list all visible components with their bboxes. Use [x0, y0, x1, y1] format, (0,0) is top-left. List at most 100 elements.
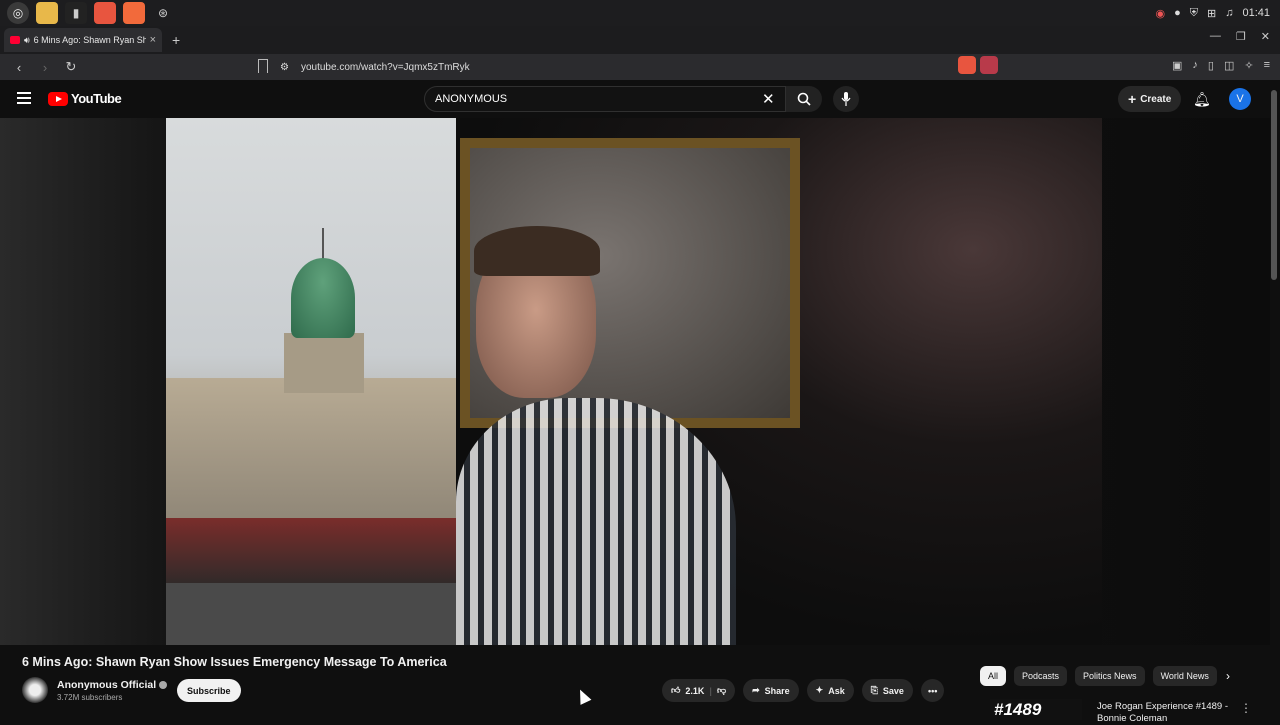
search-value: ANONYMOUS — [435, 93, 508, 105]
brave-icon[interactable] — [123, 2, 145, 24]
create-label: Create — [1140, 93, 1172, 105]
more-horizontal-icon: ••• — [927, 685, 938, 696]
sidebar-icon[interactable]: ▯ — [1208, 59, 1214, 72]
like-dislike-group: 👍︎ 2.1K | 👎︎ — [662, 679, 736, 702]
app-icon-circle[interactable]: ⊛ — [152, 2, 174, 24]
share-button[interactable]: ➦ Share — [743, 679, 799, 702]
speaker-hair — [474, 226, 600, 276]
url-text[interactable]: youtube.com/watch?v=Jqmx5zTmRyk — [301, 62, 470, 73]
brave-shields-icon[interactable] — [958, 56, 976, 74]
bookmark-icon[interactable] — [258, 59, 268, 73]
youtube-logo[interactable]: YouTube — [48, 91, 122, 106]
address-bar-row: ‹ › ↻ ⚙ youtube.com/watch?v=Jqmx5zTmRyk … — [0, 54, 1280, 80]
building-drum — [284, 333, 364, 393]
channel-name-row[interactable]: Anonymous Official — [57, 679, 168, 691]
plaid-shirt — [456, 398, 736, 645]
video-title: 6 Mins Ago: Shawn Ryan Show Issues Emerg… — [22, 655, 447, 669]
new-tab-button[interactable]: + — [172, 32, 180, 48]
road — [166, 583, 456, 645]
recommendation-thumbnail[interactable]: #1489 — [990, 699, 1082, 720]
search-button[interactable] — [786, 86, 822, 112]
chip-podcasts[interactable]: Podcasts — [1014, 666, 1068, 686]
search-input[interactable]: ANONYMOUS — [424, 86, 786, 112]
browser-toolbar: ▣ ♪ ▯ ◫ ✧ ≡ — [1172, 59, 1270, 72]
save-button[interactable]: ⎘ Save — [861, 679, 913, 702]
green-dome — [291, 258, 355, 338]
voice-search-button[interactable] — [833, 86, 859, 112]
create-button[interactable]: + Create — [1118, 86, 1182, 112]
youtube-play-icon — [48, 91, 68, 106]
video-actions: 👍︎ 2.1K | 👎︎ ➦ Share ✦ Ask ⎘ Save ••• — [662, 679, 945, 702]
verified-icon — [159, 681, 168, 690]
video-player[interactable] — [0, 118, 1270, 645]
youtube-favicon-icon — [10, 36, 20, 44]
channel-name[interactable]: Anonymous Official — [57, 679, 156, 691]
youtube-header: YouTube ANONYMOUS ✕ + Create 🔔︎ V — [0, 80, 1280, 118]
shield-icon[interactable]: ⛨ — [1190, 7, 1198, 20]
mint-menu-icon[interactable]: ◎ — [7, 2, 29, 24]
plus-icon: + — [1128, 91, 1137, 107]
subscriber-count: 3.72M subscribers — [57, 693, 123, 702]
cast-icon[interactable]: ▣ — [1172, 59, 1182, 72]
clock[interactable]: 01:41 — [1242, 7, 1270, 19]
forward-icon[interactable]: › — [38, 60, 52, 75]
more-actions-button[interactable]: ••• — [920, 679, 945, 702]
crowd — [166, 518, 456, 588]
video-frame-speaker — [456, 118, 1102, 645]
close-window-icon[interactable]: ✕ — [1261, 30, 1270, 43]
recommendation-chips: All Podcasts Politics News World News — [980, 666, 1217, 686]
music-icon[interactable]: ♫ — [1225, 7, 1233, 19]
update-icon[interactable]: ◉ — [1155, 7, 1165, 20]
channel-avatar[interactable] — [22, 677, 48, 703]
url-field[interactable]: ⚙ youtube.com/watch?v=Jqmx5zTmRyk — [280, 57, 1000, 77]
video-frame-capitol — [166, 118, 456, 645]
search-icon — [797, 92, 811, 106]
like-count[interactable]: 2.1K — [685, 686, 704, 696]
site-info-icon[interactable]: ⚙ — [280, 62, 289, 73]
browser-tab[interactable]: 🔊︎ 6 Mins Ago: Shawn Ryan Sh × — [4, 28, 162, 52]
browser-tabbar: 🔊︎ 6 Mins Ago: Shawn Ryan Sh × + — [0, 26, 1280, 54]
app-icon-orange[interactable] — [94, 2, 116, 24]
rewards-icon[interactable] — [980, 56, 998, 74]
like-icon[interactable]: 👍︎ — [671, 685, 680, 696]
os-taskbar: ◎ ▮ ⊛ ◉ ● ⛨ ⊞ ♫ 01:41 — [0, 0, 1280, 26]
network-icon[interactable]: ⊞ — [1207, 7, 1216, 20]
back-icon[interactable]: ‹ — [12, 60, 26, 75]
folder-icon[interactable] — [36, 2, 58, 24]
system-tray: ◉ ● ⛨ ⊞ ♫ 01:41 — [1155, 0, 1270, 26]
save-icon: ⎘ — [870, 685, 878, 695]
subscribe-button[interactable]: Subscribe — [177, 679, 241, 702]
notifications-bell-icon[interactable]: 🔔︎ — [1193, 91, 1211, 108]
video-info: 6 Mins Ago: Shawn Ryan Show Issues Emerg… — [0, 645, 1280, 724]
menu-icon[interactable]: ≡ — [1264, 59, 1270, 72]
recommendation-title[interactable]: Joe Rogan Experience #1489 - Bonnie Cole… — [1097, 701, 1237, 725]
media-icon[interactable]: ♪ — [1192, 59, 1198, 72]
share-icon: ➦ — [752, 685, 760, 695]
thumbnail-text: #1489 — [994, 700, 1042, 719]
sparkle-icon: ✦ — [815, 685, 824, 695]
hamburger-menu-icon[interactable] — [17, 92, 31, 107]
tab-title: 6 Mins Ago: Shawn Ryan Sh — [33, 35, 146, 45]
more-vertical-icon[interactable]: ⋮ — [1240, 701, 1252, 715]
extensions — [958, 56, 998, 74]
chip-politics-news[interactable]: Politics News — [1075, 666, 1145, 686]
chip-world-news[interactable]: World News — [1152, 666, 1217, 686]
share-label: Share — [764, 685, 790, 696]
account-avatar[interactable]: V — [1229, 88, 1251, 110]
minimize-icon[interactable]: — — [1210, 30, 1221, 43]
page-scrollbar[interactable] — [1271, 90, 1277, 280]
speaker-icon[interactable]: 🔊︎ — [24, 35, 30, 46]
chip-all[interactable]: All — [980, 666, 1007, 686]
leo-icon[interactable]: ✧ — [1244, 59, 1253, 72]
tab-close-icon[interactable]: × — [150, 34, 156, 46]
maximize-icon[interactable]: ❐ — [1236, 30, 1246, 43]
dislike-icon[interactable]: 👎︎ — [717, 685, 726, 696]
ask-button[interactable]: ✦ Ask — [806, 679, 854, 702]
toggle-icon[interactable]: ● — [1174, 7, 1181, 19]
avatar-letter: V — [1236, 93, 1244, 105]
terminal-icon[interactable]: ▮ — [65, 2, 87, 24]
wallet-icon[interactable]: ◫ — [1224, 59, 1234, 72]
clear-search-icon[interactable]: ✕ — [762, 90, 775, 108]
chevron-right-icon[interactable]: › — [1226, 669, 1230, 683]
reload-icon[interactable]: ↻ — [64, 59, 78, 75]
